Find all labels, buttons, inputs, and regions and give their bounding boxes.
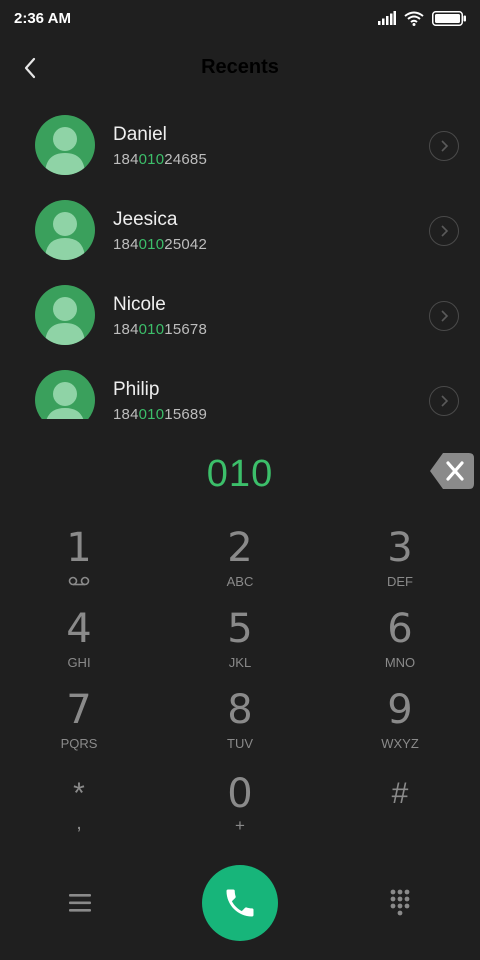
- key-letters: WXYZ: [381, 736, 419, 751]
- page-title: Recents: [201, 56, 279, 78]
- call-button[interactable]: [202, 865, 278, 941]
- bottom-bar: [0, 862, 480, 942]
- key-letters: MNO: [384, 655, 416, 670]
- chevron-right-icon: [441, 395, 449, 407]
- key-digit: 7: [66, 687, 92, 733]
- status-icons: [378, 10, 466, 26]
- menu-icon: [69, 894, 91, 912]
- phone-icon: [226, 889, 254, 917]
- menu-button[interactable]: [64, 888, 96, 918]
- key-digit: 9: [387, 687, 413, 733]
- key-letters: +: [235, 816, 245, 835]
- person-icon: [46, 382, 84, 419]
- number-match: 010: [138, 321, 165, 338]
- dialpad-icon: [390, 889, 410, 916]
- key-5[interactable]: 5 JKL: [180, 605, 300, 681]
- battery-icon: [432, 10, 466, 26]
- contact-number: 18401024685: [113, 151, 207, 168]
- voicemail-icon: [68, 576, 90, 586]
- contact-row[interactable]: Philip 18401015689: [0, 358, 480, 419]
- avatar: [35, 370, 95, 419]
- signal-icon: [378, 11, 396, 25]
- key-hash[interactable]: #: [340, 770, 460, 846]
- key-2[interactable]: 2 ABC: [180, 524, 300, 600]
- key-star[interactable]: * ,: [19, 770, 139, 846]
- person-icon: [45, 127, 85, 175]
- dialpad-toggle-button[interactable]: [384, 886, 416, 918]
- status-time: 2:36 AM: [14, 9, 71, 27]
- contact-name: Philip: [113, 379, 160, 400]
- key-digit: #: [391, 777, 409, 810]
- key-digit: 5: [227, 606, 253, 652]
- key-8[interactable]: 8 TUV: [180, 686, 300, 762]
- contact-number: 18401025042: [113, 236, 207, 253]
- key-digit: 3: [387, 525, 413, 571]
- contact-row[interactable]: Daniel 18401024685: [0, 103, 480, 188]
- key-digit: 6: [387, 606, 413, 652]
- contact-detail-button[interactable]: [429, 301, 459, 331]
- contact-number: 18401015689: [113, 406, 207, 419]
- key-6[interactable]: 6 MNO: [340, 605, 460, 681]
- key-digit: *: [73, 777, 85, 810]
- chevron-right-icon: [441, 225, 449, 237]
- backspace-icon: [430, 453, 474, 489]
- number-match: 010: [138, 151, 165, 168]
- number-match: 010: [138, 236, 165, 253]
- key-letters: PQRS: [60, 736, 98, 751]
- avatar: [35, 115, 95, 175]
- key-letters: TUV: [227, 736, 253, 751]
- chevron-right-icon: [441, 310, 449, 322]
- person-icon: [45, 212, 85, 260]
- contact-detail-button[interactable]: [429, 386, 459, 416]
- recent-list[interactable]: Daniel 18401024685 Jeesica 18401025042 N…: [0, 103, 480, 419]
- key-digit: 4: [66, 606, 92, 652]
- number-match: 010: [138, 406, 165, 419]
- key-4[interactable]: 4 GHI: [19, 605, 139, 681]
- person-icon: [45, 297, 85, 345]
- key-digit: 0: [227, 771, 253, 817]
- avatar: [35, 200, 95, 260]
- key-letters: GHI: [67, 655, 91, 670]
- key-1[interactable]: 1: [19, 524, 139, 600]
- key-7[interactable]: 7 PQRS: [19, 686, 139, 762]
- contact-name: Jeesica: [113, 209, 178, 230]
- key-3[interactable]: 3 DEF: [340, 524, 460, 600]
- wifi-icon: [404, 11, 424, 26]
- contact-number: 18401015678: [113, 321, 207, 338]
- key-digit: 2: [227, 525, 253, 571]
- header: Recents: [0, 40, 480, 96]
- dial-input[interactable]: 010: [0, 446, 480, 502]
- contact-name: Nicole: [113, 294, 166, 315]
- key-letters: DEF: [387, 574, 413, 589]
- key-9[interactable]: 9 WXYZ: [340, 686, 460, 762]
- key-letters: JKL: [228, 655, 252, 670]
- contact-detail-button[interactable]: [429, 216, 459, 246]
- key-digit: 8: [227, 687, 253, 733]
- contact-detail-button[interactable]: [429, 131, 459, 161]
- contact-name: Daniel: [113, 124, 167, 145]
- key-letters: ABC: [226, 574, 254, 589]
- avatar: [35, 285, 95, 345]
- backspace-button[interactable]: [429, 451, 475, 491]
- contact-row[interactable]: Nicole 18401015678: [0, 273, 480, 358]
- key-0[interactable]: 0 +: [180, 770, 300, 846]
- key-digit: 1: [66, 525, 92, 571]
- status-bar: 2:36 AM: [0, 0, 480, 36]
- contact-row[interactable]: Jeesica 18401025042: [0, 188, 480, 273]
- key-letters: ,: [76, 812, 82, 834]
- chevron-right-icon: [441, 140, 449, 152]
